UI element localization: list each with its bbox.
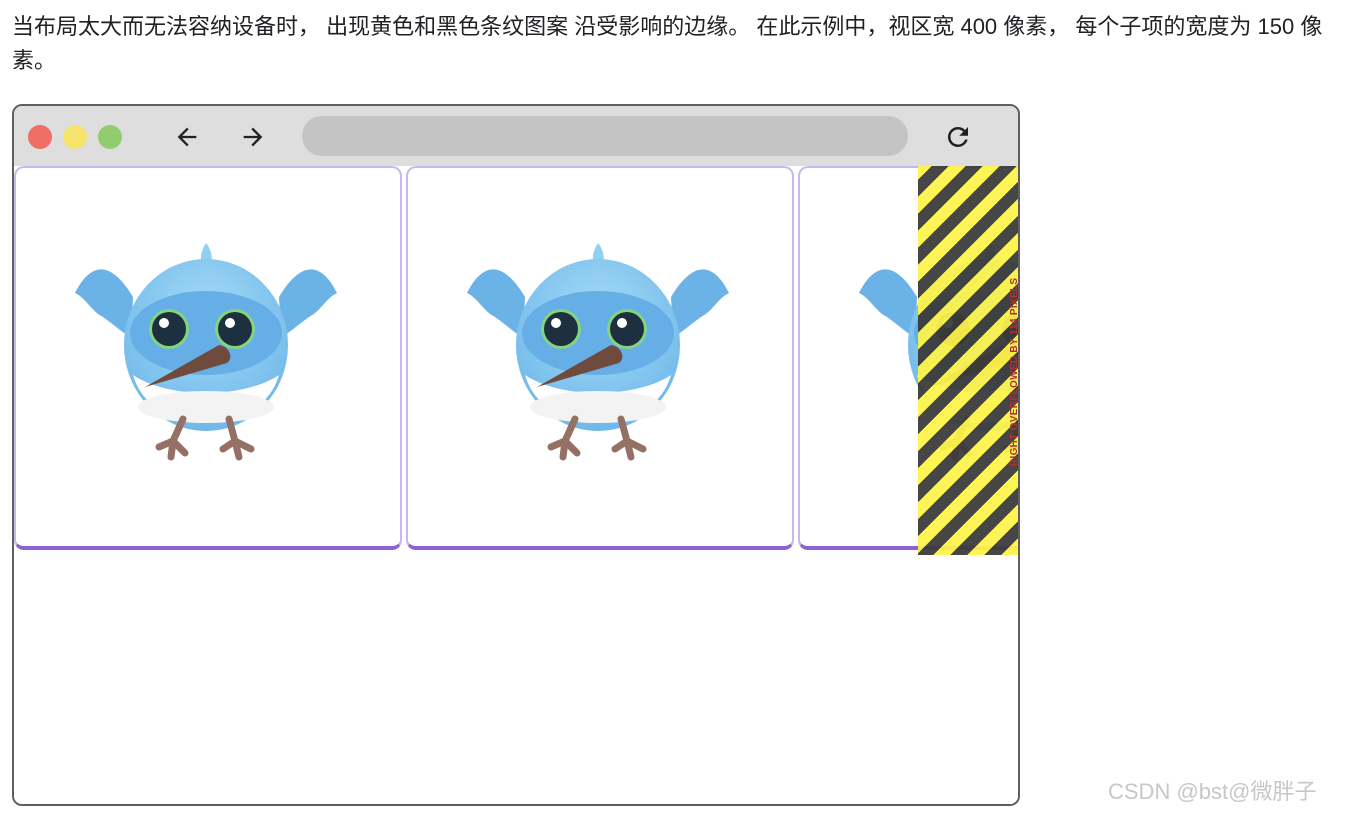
bird-illustration <box>75 243 337 461</box>
intro-paragraph: 当布局太大而无法容纳设备时， 出现黄色和黑色条纹图案 沿受影响的边缘。 在此示例… <box>12 14 1323 73</box>
window-minimize-button[interactable] <box>63 125 87 149</box>
forward-button[interactable] <box>236 120 270 154</box>
browser-toolbar <box>14 106 1018 166</box>
back-button[interactable] <box>170 120 204 154</box>
address-bar-input[interactable] <box>302 116 908 156</box>
overflow-warning-stripes <box>918 166 1018 555</box>
app-viewport: RIGHT OVERFLOWED BY 114 PIXELS <box>14 166 1018 804</box>
reload-button[interactable] <box>941 120 975 154</box>
bird-card <box>406 166 794 550</box>
bird-illustration <box>467 243 729 461</box>
overflow-warning-label: RIGHT OVERFLOWED BY 114 PIXELS <box>1009 277 1018 466</box>
arrow-left-icon <box>177 127 197 147</box>
bird-card <box>14 166 402 550</box>
window-maximize-button[interactable] <box>98 125 122 149</box>
watermark: CSDN @bst@微胖子 <box>1108 779 1317 804</box>
reload-icon <box>947 126 968 147</box>
card-row <box>14 166 1018 556</box>
window-close-button[interactable] <box>28 125 52 149</box>
browser-window: RIGHT OVERFLOWED BY 114 PIXELS <box>12 104 1020 806</box>
arrow-right-icon <box>243 127 263 147</box>
